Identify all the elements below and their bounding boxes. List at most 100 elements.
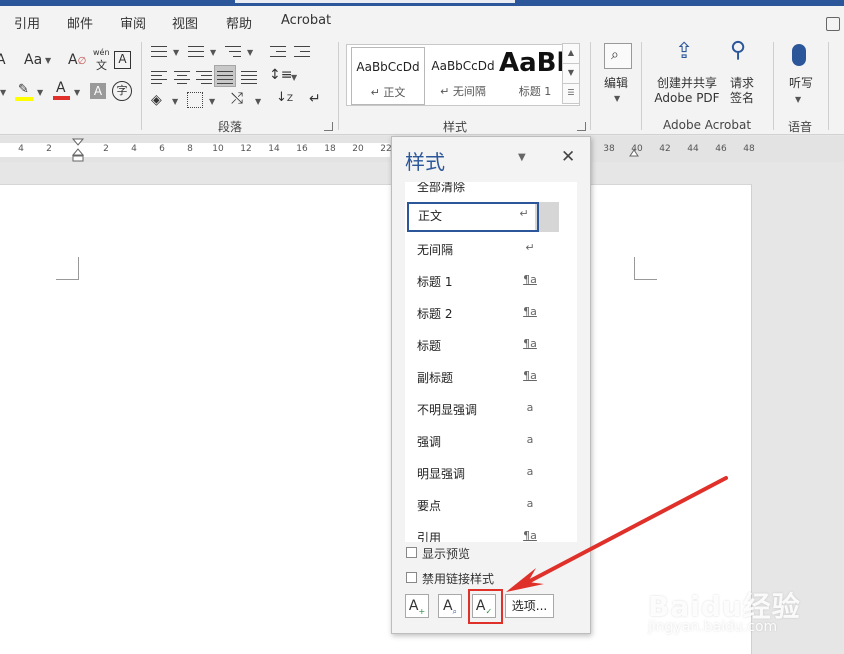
tab-review[interactable]: 审阅 <box>120 13 146 32</box>
style-item[interactable]: 要点 a <box>405 492 555 518</box>
style-item[interactable]: 标题 ¶a <box>405 332 555 358</box>
char-border-icon[interactable]: A <box>114 51 131 69</box>
show-marks-icon[interactable]: ↵ <box>309 91 321 107</box>
styles-list[interactable]: 全部清除 正文 ↵ 无间隔 ↵ 标题 1 ¶a 标题 2 ¶a 标题 ¶a 副标… <box>405 182 577 542</box>
chevron-down-icon[interactable]: ▼ <box>173 48 179 57</box>
paragraph-mark-icon: ↵ <box>519 207 529 220</box>
dictate-label[interactable]: 听写 <box>789 76 813 91</box>
tab-view[interactable]: 视图 <box>172 13 198 32</box>
increase-indent-icon[interactable] <box>294 44 310 58</box>
style-item[interactable]: 副标题 ¶a <box>405 364 555 390</box>
edit-button[interactable]: ⌕ <box>604 43 632 69</box>
close-icon[interactable]: ✕ <box>561 147 575 167</box>
chevron-down-icon[interactable]: ▼ <box>74 88 80 97</box>
phonetic-guide-button[interactable]: wén 文 <box>93 48 110 73</box>
align-center-icon[interactable] <box>174 69 190 84</box>
request-signature-icon[interactable]: ⚲ <box>730 40 746 62</box>
sort-icon[interactable]: ↓Z <box>276 90 293 107</box>
gallery-up-button[interactable]: ▲ <box>562 43 580 64</box>
chevron-down-icon[interactable]: ▼ <box>172 97 178 106</box>
borders-icon[interactable] <box>187 92 203 108</box>
character-style-icon: a <box>526 401 534 414</box>
change-case-button[interactable]: Aa <box>24 52 42 68</box>
phonetic-label: wén <box>93 48 110 57</box>
style-item[interactable]: 不明显强调 a <box>405 396 555 422</box>
ruler-number: 2 <box>103 144 109 154</box>
style-item-label: 引用 <box>417 531 442 542</box>
tab-references[interactable]: 引用 <box>14 13 40 32</box>
adobe-group-label: Adobe Acrobat <box>663 118 752 132</box>
crop-mark <box>634 257 657 280</box>
font-size-grow-icon[interactable]: A <box>0 52 6 68</box>
line-spacing-icon[interactable]: ↕≡ <box>269 67 292 83</box>
style-item[interactable]: 明显强调 a <box>405 460 555 486</box>
request-signature-button[interactable]: 请求 签名 <box>727 76 757 106</box>
gallery-more-button[interactable]: ☰ <box>562 83 580 104</box>
font-color-icon[interactable]: A <box>52 80 72 102</box>
style-inspector-icon: A⌕ <box>442 598 458 616</box>
style-gallery: AaBbCcDd ↵ 正文 AaBbCcDd ↵ 无间隔 AaBl 标题 1 <box>346 44 580 106</box>
shading-icon[interactable]: ◈ <box>151 92 162 108</box>
style-inspector-button[interactable]: A⌕ <box>438 594 462 618</box>
highlight-box <box>468 589 503 624</box>
show-preview-checkbox[interactable] <box>406 547 417 558</box>
clear-format-icon[interactable]: A∅ <box>68 52 86 70</box>
style-item-label: 标题 <box>417 339 442 353</box>
microphone-icon[interactable] <box>792 44 806 66</box>
align-left-icon[interactable] <box>151 69 167 84</box>
tab-mailings[interactable]: 邮件 <box>67 13 93 32</box>
options-button[interactable]: 选项... <box>505 594 554 618</box>
justify-button[interactable] <box>214 65 236 87</box>
style-item[interactable]: 无间隔 ↵ <box>405 236 555 262</box>
gallery-style-normal[interactable]: AaBbCcDd ↵ 正文 <box>351 47 425 105</box>
gallery-preview: AaBbCcDd <box>431 59 495 73</box>
ruler-number: 44 <box>687 144 699 154</box>
document-page[interactable] <box>0 184 752 654</box>
paragraph-launcher[interactable] <box>324 122 333 131</box>
indent-marker[interactable] <box>71 138 85 162</box>
style-item[interactable]: 标题 2 ¶a <box>405 300 555 326</box>
style-item[interactable]: 正文 ↵ <box>407 202 539 232</box>
chevron-down-icon[interactable]: ▼ <box>209 97 215 106</box>
style-item[interactable]: 引用 ¶a <box>405 524 555 542</box>
numbering-icon[interactable] <box>188 44 204 58</box>
create-share-pdf-button[interactable]: 创建并共享 Adobe PDF <box>652 76 722 106</box>
pane-menu-chevron-icon[interactable]: ▼ <box>518 152 526 163</box>
gallery-down-button[interactable]: ▼ <box>562 63 580 84</box>
right-indent-marker[interactable] <box>629 145 639 157</box>
styles-pane: 样式 ▼ ✕ 全部清除 正文 ↵ 无间隔 ↵ 标题 1 ¶a 标题 2 ¶a 标… <box>391 136 591 634</box>
phonetic-char: 文 <box>96 59 107 72</box>
style-item[interactable]: 强调 a <box>405 428 555 454</box>
chevron-down-icon[interactable]: ▼ <box>210 48 216 57</box>
chevron-down-icon[interactable]: ▼ <box>255 97 261 106</box>
create-pdf-icon[interactable]: ⇪ <box>675 41 693 63</box>
align-right-icon[interactable] <box>196 69 212 84</box>
paragraph-group-label: 段落 <box>218 120 243 134</box>
highlight-icon[interactable]: ✎ <box>15 82 35 102</box>
linked-style-icon: ¶a <box>523 305 537 318</box>
tab-help[interactable]: 帮助 <box>226 13 252 32</box>
tab-acrobat[interactable]: Acrobat <box>281 13 331 28</box>
char-shading-icon[interactable]: A <box>90 83 106 99</box>
chevron-down-icon[interactable]: ▼ <box>45 56 51 65</box>
chevron-down-icon[interactable]: ▼ <box>247 48 253 57</box>
bullets-icon[interactable] <box>151 44 167 58</box>
distributed-icon[interactable] <box>241 69 257 84</box>
new-style-button[interactable]: A+ <box>405 594 429 618</box>
decrease-indent-icon[interactable] <box>270 44 286 58</box>
multilevel-list-icon[interactable] <box>225 44 241 58</box>
gallery-style-no-spacing[interactable]: AaBbCcDd ↵ 无间隔 <box>427 47 499 103</box>
chevron-down-icon[interactable]: ▼ <box>795 95 801 104</box>
gallery-style-heading1[interactable]: AaBl 标题 1 <box>499 47 571 103</box>
chevron-down-icon[interactable]: ▼ <box>614 94 620 103</box>
style-item-clear-all[interactable]: 全部清除 <box>405 182 555 199</box>
chevron-down-icon[interactable]: ▼ <box>291 73 297 82</box>
styles-launcher[interactable] <box>577 122 586 131</box>
text-direction-icon[interactable]: ⤭ <box>231 90 243 106</box>
enclosed-char-icon[interactable]: 字 <box>112 81 132 101</box>
chevron-down-icon[interactable]: ▼ <box>0 88 6 97</box>
chevron-down-icon[interactable]: ▼ <box>37 88 43 97</box>
style-item[interactable]: 标题 1 ¶a <box>405 268 555 294</box>
share-icon[interactable] <box>826 17 840 31</box>
disable-linked-styles-checkbox[interactable] <box>406 572 417 583</box>
